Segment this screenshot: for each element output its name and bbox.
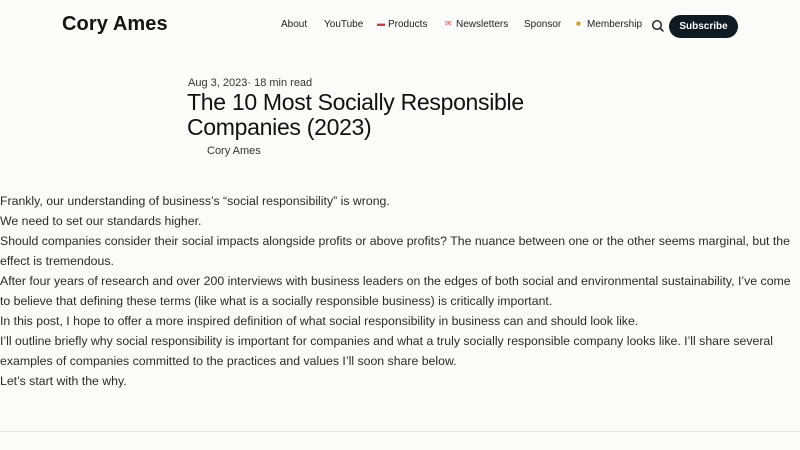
nav-item-about[interactable]: About — [281, 19, 307, 30]
article-title: The 10 Most Socially Responsible Compani… — [187, 89, 524, 140]
gift-emoji-icon: ■ — [576, 19, 581, 28]
author-name[interactable]: Cory Ames — [207, 145, 261, 157]
nav-item-label: Newsletters — [456, 19, 509, 30]
avatar[interactable] — [187, 144, 201, 158]
nav-item-newsletters[interactable]: ✉ Newsletters — [445, 19, 508, 30]
body-paragraph: Let’s start with the why. — [0, 374, 127, 388]
article-body: Frankly, our understanding of business’s… — [0, 191, 798, 391]
search-button[interactable] — [648, 16, 668, 36]
article-date: Aug 3, 2023 — [188, 77, 248, 89]
nav-item-products[interactable]: ▬ Products — [377, 19, 427, 30]
nav-item-label: Sponsor — [524, 19, 562, 30]
body-paragraph: We need to set our standards higher. — [0, 214, 202, 228]
body-paragraph: I’ll outline briefly why social responsi… — [0, 334, 773, 368]
envelope-emoji-icon: ✉ — [445, 19, 452, 28]
subscribe-button[interactable]: Subscribe — [669, 15, 738, 38]
nav-item-label: Membership — [587, 19, 643, 30]
body-paragraph: Should companies consider their social i… — [0, 234, 790, 268]
divider — [0, 431, 800, 432]
nav-item-label: Products — [388, 19, 428, 30]
site-header: Cory Ames About YouTube ▬ Products ✉ Newsl… — [0, 0, 800, 52]
nav-item-membership[interactable]: ■ Membership — [576, 19, 642, 30]
article-meta: Aug 3, 2023· 18 min read — [188, 77, 312, 89]
nav-item-label: About — [281, 19, 308, 30]
page: Cory Ames About YouTube ▬ Products ✉ Newsl… — [0, 0, 800, 450]
meta-separator: · — [247, 77, 252, 89]
body-paragraph: In this post, I hope to offer a more ins… — [0, 314, 639, 328]
site-title[interactable]: Cory Ames — [62, 13, 168, 36]
read-time: 18 min read — [254, 77, 313, 89]
nav-item-label: YouTube — [324, 19, 364, 30]
books-emoji-icon: ▬ — [377, 19, 385, 28]
nav-item-youtube[interactable]: YouTube — [324, 19, 363, 30]
search-icon — [651, 19, 664, 32]
nav-item-sponsor[interactable]: Sponsor — [524, 19, 561, 30]
body-paragraph: After four years of research and over 20… — [0, 274, 791, 308]
body-paragraph: Frankly, our understanding of business’s… — [0, 194, 390, 208]
